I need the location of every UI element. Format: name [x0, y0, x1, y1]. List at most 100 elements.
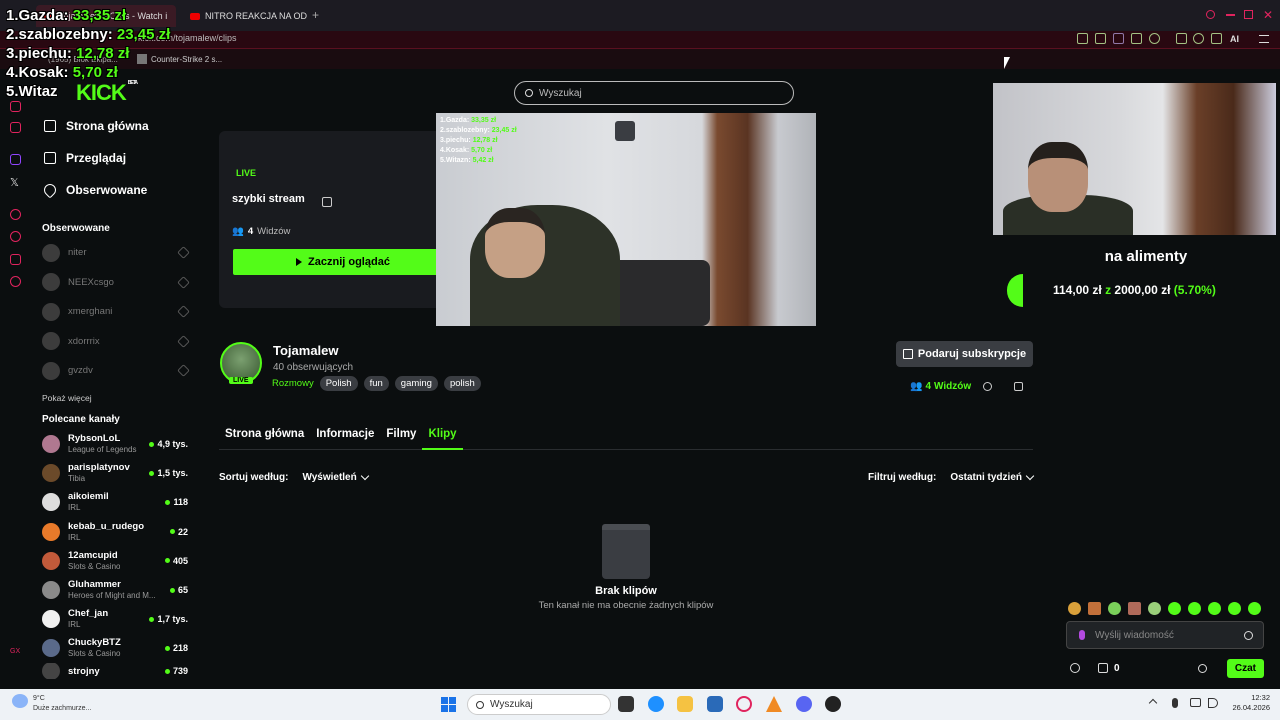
nav-browse[interactable]: Przeglądaj [30, 142, 200, 174]
followed-channel[interactable]: gvzdv [30, 356, 200, 386]
tab-home[interactable]: Strona główna [219, 424, 310, 450]
nav-following[interactable]: Obserwowane [30, 174, 200, 206]
network-icon[interactable] [1190, 698, 1201, 707]
recommended-channel[interactable]: RybsonLoL League of Legends 4,9 tys. [30, 430, 200, 459]
tag-chip[interactable]: gaming [394, 376, 438, 391]
live-dot-icon [164, 668, 170, 674]
emote-icon[interactable] [1068, 602, 1081, 615]
taskbar-search[interactable]: Wyszukaj [467, 694, 611, 715]
points-icon[interactable] [1070, 663, 1080, 673]
recommended-channel[interactable]: ChuckyBTZ Slots & Casino 218 [30, 634, 200, 663]
recommended-channel[interactable]: aikoiemil IRL 118 [30, 488, 200, 517]
nav-home[interactable]: Strona główna [30, 110, 200, 142]
bookmark-icon[interactable] [1077, 33, 1088, 44]
obs-icon[interactable] [825, 696, 841, 712]
chat-message-input[interactable]: Wyślij wiadomość [1066, 621, 1264, 649]
minimize-icon[interactable] [1226, 14, 1235, 16]
profile-icon[interactable] [1193, 33, 1204, 44]
emote-icon[interactable] [1228, 602, 1241, 615]
mic-tray-icon[interactable] [1172, 698, 1178, 708]
rail-cube-icon[interactable] [10, 254, 21, 265]
file-explorer-icon[interactable] [677, 696, 693, 712]
recommended-channel[interactable]: Gluhammer Heroes of Might and M... 65 [30, 575, 200, 604]
tab-videos[interactable]: Filmy [380, 424, 422, 450]
emote-icon[interactable] [1168, 602, 1181, 615]
sort-dropdown[interactable]: Wyświetleń [302, 471, 369, 483]
tab-about[interactable]: Informacje [310, 424, 380, 450]
heart-icon[interactable] [1149, 33, 1160, 44]
rail-gx-icon[interactable]: GX [10, 648, 20, 655]
settings-icon[interactable] [1197, 663, 1207, 673]
maximize-icon[interactable] [1244, 10, 1253, 19]
follow-user-icon[interactable] [1014, 382, 1023, 391]
kick-logo[interactable]: KICK BETA [76, 80, 138, 106]
tag-chip[interactable]: polish [443, 376, 481, 391]
followed-channel[interactable]: xdorrrix [30, 327, 200, 357]
extensions-icon[interactable] [1176, 33, 1187, 44]
app-icon[interactable] [648, 696, 664, 712]
menu-icon[interactable] [1259, 35, 1269, 43]
search-tabs-icon[interactable] [1206, 10, 1215, 19]
channel-category: League of Legends [68, 445, 137, 455]
mute-icon[interactable] [322, 197, 332, 207]
emote-icon[interactable] [1128, 602, 1141, 615]
close-icon[interactable]: ✕ [1263, 8, 1273, 22]
show-more-link[interactable]: Pokaż więcej [30, 386, 200, 410]
tag-chip[interactable]: fun [363, 376, 389, 391]
emote-icon[interactable] [1248, 602, 1261, 615]
start-button-icon[interactable] [441, 697, 456, 712]
play-icon[interactable] [1131, 33, 1142, 44]
address-bar[interactable]: kick.com/tojamalew/clips AI [0, 31, 1280, 49]
tag-chip[interactable]: Polish [319, 376, 358, 391]
vlc-icon[interactable] [766, 696, 782, 712]
weather-icon[interactable] [12, 694, 28, 708]
screenshot-icon[interactable] [1095, 33, 1106, 44]
recommended-channel[interactable]: 12amcupid Slots & Casino 405 [30, 546, 200, 575]
taskview-icon[interactable] [618, 696, 634, 712]
volume-icon[interactable] [1208, 698, 1218, 708]
rail-x-icon[interactable]: 𝕏 [10, 176, 19, 189]
mini-leaderboard-row: 3.piechu: 12,78 zł [440, 136, 517, 146]
emote-icon[interactable] [1148, 602, 1161, 615]
search-input[interactable]: Wyszukaj [514, 81, 794, 105]
rail-youtube-icon[interactable] [10, 122, 21, 133]
rail-app-icon[interactable] [10, 101, 21, 112]
emote-icon[interactable] [1108, 602, 1121, 615]
followed-channel[interactable]: niter [30, 238, 200, 268]
channel-category-link[interactable]: Rozmowy [272, 378, 314, 389]
rail-play-icon[interactable] [10, 209, 21, 220]
send-chat-button[interactable]: Czat [1226, 658, 1264, 678]
opera-gx-icon[interactable] [736, 696, 752, 712]
filter-dropdown[interactable]: Ostatni tydzień [950, 471, 1035, 483]
recommended-channel[interactable]: Chef_jan IRL 1,7 tys. [30, 605, 200, 634]
microphone-icon[interactable] [1079, 630, 1085, 640]
new-tab-icon[interactable]: + [312, 8, 319, 22]
followed-channel[interactable]: NEEXcsgo [30, 268, 200, 298]
rail-twitch-icon[interactable] [10, 154, 21, 165]
store-icon[interactable] [707, 696, 723, 712]
emote-icon[interactable] [1208, 602, 1221, 615]
leaderboard-name: Gazda: [18, 7, 69, 24]
recommended-channel[interactable]: strojny 739 [30, 663, 200, 679]
tab-clips[interactable]: Klipy [422, 424, 463, 450]
recommended-channel[interactable]: kebab_u_rudego IRL 22 [30, 517, 200, 546]
recommended-channel[interactable]: parisplatynov Tibia 1,5 tys. [30, 459, 200, 488]
gift-subscription-button[interactable]: Podaruj subskrypcje [896, 341, 1033, 367]
discord-icon[interactable] [796, 696, 812, 712]
download-icon[interactable] [1211, 33, 1222, 44]
share-icon[interactable] [983, 382, 992, 391]
followed-channel[interactable]: xmerghani [30, 297, 200, 327]
start-watching-button[interactable]: Zacznij oglądać [233, 249, 453, 275]
browser-tab[interactable]: NITRO REAKCJA NA ODP [182, 5, 307, 27]
rail-settings-icon[interactable] [10, 276, 21, 287]
shield-icon[interactable] [1113, 33, 1124, 44]
weather-widget[interactable]: 9°C Duże zachmurze... [33, 694, 91, 714]
emote-icon[interactable] [1088, 602, 1101, 615]
picture-in-picture-icon[interactable] [615, 121, 635, 141]
ai-button[interactable]: AI [1230, 34, 1239, 44]
emote-icon[interactable] [1188, 602, 1201, 615]
taskbar-clock[interactable]: 12:32 26.04.2026 [1226, 693, 1270, 713]
emoji-icon[interactable] [1244, 630, 1253, 640]
gift-icon[interactable] [1098, 663, 1108, 673]
rail-history-icon[interactable] [10, 231, 21, 242]
